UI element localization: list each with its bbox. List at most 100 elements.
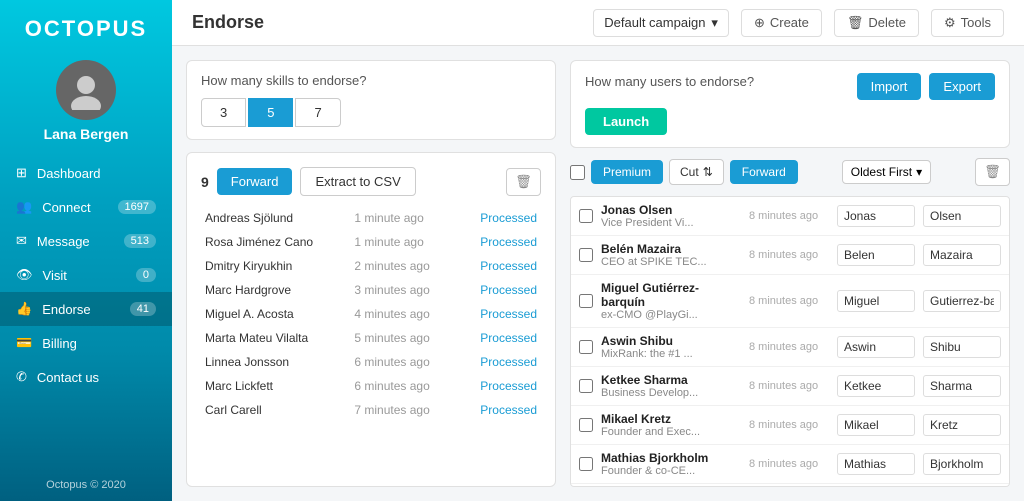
user-checkbox[interactable] bbox=[579, 457, 593, 471]
users-list: Jonas Olsen Vice President Vi... 8 minut… bbox=[570, 196, 1010, 487]
delete-button[interactable]: 🗑 Delete bbox=[834, 9, 919, 37]
user-name: Mathias Bjorkholm bbox=[601, 451, 741, 465]
last-name-input[interactable] bbox=[923, 244, 1001, 266]
user-checkbox[interactable] bbox=[579, 418, 593, 432]
last-name-input[interactable] bbox=[923, 290, 1001, 312]
tools-button[interactable]: ⚙ Tools bbox=[931, 9, 1004, 37]
table-row: Linnea Jonsson 6 minutes ago Processed bbox=[201, 350, 541, 374]
first-name-input[interactable] bbox=[837, 244, 915, 266]
user-first-name bbox=[837, 205, 915, 227]
table-row: Dmitry Kiryukhin 2 minutes ago Processed bbox=[201, 254, 541, 278]
queue-name: Linnea Jonsson bbox=[201, 350, 350, 374]
campaign-selector[interactable]: Default campaign ▾ bbox=[593, 9, 729, 37]
first-name-input[interactable] bbox=[837, 375, 915, 397]
list-item: Belén Mazaira CEO at SPIKE TEC... 8 minu… bbox=[571, 236, 1009, 275]
sidebar-item-label: Endorse bbox=[42, 302, 90, 317]
users-forward-button[interactable]: Forward bbox=[730, 160, 798, 184]
last-name-input[interactable] bbox=[923, 414, 1001, 436]
sidebar-item-label: Connect bbox=[42, 200, 90, 215]
premium-button[interactable]: Premium bbox=[591, 160, 663, 184]
skills-row: 3 5 7 bbox=[201, 98, 541, 127]
sidebar: OCTOPUS Lana Bergen ⊞ Dashboard 👥 Connec… bbox=[0, 0, 172, 501]
last-name-input[interactable] bbox=[923, 336, 1001, 358]
delete-users-button[interactable]: 🗑 bbox=[975, 158, 1010, 186]
skill-3-button[interactable]: 3 bbox=[201, 98, 246, 127]
create-button[interactable]: ⊕ Create bbox=[741, 9, 822, 37]
queue-status: Processed bbox=[458, 254, 541, 278]
user-checkbox[interactable] bbox=[579, 379, 593, 393]
delete-queue-button[interactable]: 🗑 bbox=[506, 168, 541, 196]
first-name-input[interactable] bbox=[837, 336, 915, 358]
sidebar-item-label: Billing bbox=[42, 336, 77, 351]
message-icon: ✉ bbox=[16, 233, 27, 249]
launch-button[interactable]: Launch bbox=[585, 108, 667, 135]
users-header-card: How many users to endorse? Import Export… bbox=[570, 60, 1010, 148]
user-checkbox[interactable] bbox=[579, 248, 593, 262]
sidebar-item-label: Dashboard bbox=[37, 166, 101, 181]
skills-label: How many skills to endorse? bbox=[201, 73, 541, 88]
skill-7-button[interactable]: 7 bbox=[295, 98, 340, 127]
user-info: Jonas Olsen Vice President Vi... bbox=[601, 203, 741, 229]
user-checkbox[interactable] bbox=[579, 294, 593, 308]
sidebar-item-billing[interactable]: 💳 Billing bbox=[0, 326, 172, 360]
user-last-name bbox=[923, 244, 1001, 266]
right-header-row: How many users to endorse? Import Export bbox=[585, 73, 995, 100]
last-name-input[interactable] bbox=[923, 205, 1001, 227]
cut-button[interactable]: Cut ⇅ bbox=[669, 159, 724, 185]
sidebar-item-endorse[interactable]: 👍 Endorse 41 bbox=[0, 292, 172, 326]
sidebar-item-contact[interactable]: ✆ Contact us bbox=[0, 360, 172, 394]
header-right: Default campaign ▾ ⊕ Create 🗑 Delete ⚙ T… bbox=[593, 9, 1004, 37]
list-item: Jonas Olsen Vice President Vi... 8 minut… bbox=[571, 197, 1009, 236]
skill-5-button[interactable]: 5 bbox=[248, 98, 293, 127]
skills-card: How many skills to endorse? 3 5 7 bbox=[186, 60, 556, 140]
sidebar-item-left: ⊞ Dashboard bbox=[16, 165, 101, 181]
user-last-name bbox=[923, 290, 1001, 312]
export-button[interactable]: Export bbox=[929, 73, 995, 100]
select-all-checkbox[interactable] bbox=[570, 165, 585, 180]
sidebar-item-label: Message bbox=[37, 234, 90, 249]
first-name-input[interactable] bbox=[837, 453, 915, 475]
sort-selector[interactable]: Oldest First ▾ bbox=[842, 160, 931, 184]
sidebar-item-left: 👍 Endorse bbox=[16, 301, 91, 317]
logo-text: OCTOPUS bbox=[25, 16, 147, 41]
user-first-name bbox=[837, 414, 915, 436]
user-checkbox[interactable] bbox=[579, 209, 593, 223]
sidebar-item-dashboard[interactable]: ⊞ Dashboard bbox=[0, 156, 172, 190]
sidebar-item-visit[interactable]: 👁 Visit 0 bbox=[0, 258, 172, 292]
queue-name: Andreas Sjölund bbox=[201, 206, 350, 230]
extract-csv-button[interactable]: Extract to CSV bbox=[300, 167, 415, 196]
forward-button[interactable]: Forward bbox=[217, 168, 293, 195]
last-name-input[interactable] bbox=[923, 375, 1001, 397]
queue-time: 6 minutes ago bbox=[350, 374, 457, 398]
billing-icon: 💳 bbox=[16, 335, 32, 351]
sidebar-item-message[interactable]: ✉ Message 513 bbox=[0, 224, 172, 258]
sidebar-item-connect[interactable]: 👥 Connect 1697 bbox=[0, 190, 172, 224]
first-name-input[interactable] bbox=[837, 414, 915, 436]
queue-status: Processed bbox=[458, 278, 541, 302]
user-name: Aswin Shibu bbox=[601, 334, 741, 348]
queue-time: 2 minutes ago bbox=[350, 254, 457, 278]
user-checkbox[interactable] bbox=[579, 340, 593, 354]
plus-icon: ⊕ bbox=[754, 15, 765, 31]
sidebar-logo: OCTOPUS bbox=[0, 0, 172, 50]
user-info: Miguel Gutiérrez-barquín ex-CMO @PlayGi.… bbox=[601, 281, 741, 321]
queue-name: Marc Lickfett bbox=[201, 374, 350, 398]
user-first-name bbox=[837, 375, 915, 397]
user-time: 8 minutes ago bbox=[749, 341, 829, 353]
user-title: Business Develop... bbox=[601, 387, 741, 399]
user-first-name bbox=[837, 453, 915, 475]
list-item: Miguel Gutiérrez-barquín ex-CMO @PlayGi.… bbox=[571, 275, 1009, 328]
user-info: Ketkee Sharma Business Develop... bbox=[601, 373, 741, 399]
user-title: CEO at SPIKE TEC... bbox=[601, 256, 741, 268]
import-button[interactable]: Import bbox=[857, 73, 922, 100]
trash-icon: 🗑 bbox=[984, 164, 1001, 179]
user-first-name bbox=[837, 336, 915, 358]
users-label: How many users to endorse? bbox=[585, 74, 754, 89]
first-name-input[interactable] bbox=[837, 205, 915, 227]
user-time: 8 minutes ago bbox=[749, 458, 829, 470]
queue-status: Processed bbox=[458, 350, 541, 374]
last-name-input[interactable] bbox=[923, 453, 1001, 475]
user-name: Mikael Kretz bbox=[601, 412, 741, 426]
first-name-input[interactable] bbox=[837, 290, 915, 312]
user-name: Belén Mazaira bbox=[601, 242, 741, 256]
